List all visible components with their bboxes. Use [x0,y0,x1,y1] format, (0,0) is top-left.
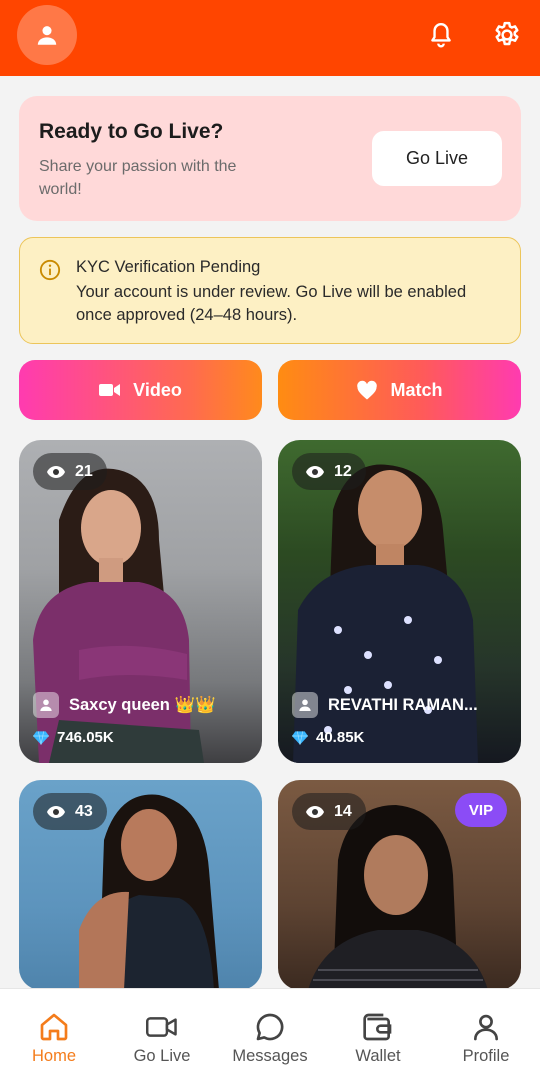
tab-messages[interactable]: Messages [216,989,324,1076]
diamond-count: 746.05K [57,729,114,746]
streamer-avatar [33,692,59,718]
tab-home-label: Home [31,1047,76,1065]
tab-wallet-label: Wallet [355,1047,401,1065]
diamond-count: 40.85K [316,729,365,746]
vip-badge: VIP [455,793,507,827]
streamer-avatar [292,692,318,718]
diamond-count-row: 40.85K [292,729,364,746]
video-camera-icon [146,1017,177,1037]
live-stream-card[interactable]: 14 VIP [278,780,521,990]
eye-icon [47,805,65,818]
viewer-count: 43 [75,802,93,820]
tab-profile[interactable]: Profile [432,989,540,1076]
video-camera-icon [99,384,121,396]
live-stream-card[interactable]: 12 REVATHI RAMAN... 40.85K [278,440,521,763]
notifications-button[interactable] [424,18,458,52]
tab-profile-label: Profile [462,1047,510,1065]
go-live-title: Ready to Go Live? [39,120,224,143]
user-avatar-button[interactable] [17,5,77,65]
viewer-count: 12 [334,462,352,480]
kyc-pending-banner: KYC Verification Pending Your account is… [19,237,521,344]
kyc-message: Your account is under review. Go Live wi… [76,283,467,324]
person-icon [474,1014,498,1041]
person-icon [40,699,52,711]
video-button[interactable]: Video [19,360,262,420]
eye-icon [47,465,65,478]
live-stream-card[interactable]: 21 Saxcy queen 👑👑 746.05K [19,440,262,763]
go-live-button[interactable]: Go Live [372,131,502,186]
bottom-navigation: Home Go Live Messages Wallet Profile [0,988,540,1076]
eye-icon [306,805,324,818]
person-icon [299,699,311,711]
streamer-name-row: Saxcy queen 👑👑 [33,692,216,718]
go-live-card: Ready to Go Live? Share your passion wit… [19,96,521,221]
bell-icon [431,23,451,48]
viewer-count-badge: 21 [33,453,107,490]
streamer-name: REVATHI RAMAN... [328,695,478,714]
tab-go-live-label: Go Live [133,1047,191,1065]
kyc-title: KYC Verification Pending [76,258,261,276]
viewer-count: 14 [334,802,352,820]
viewer-count-badge: 14 [292,793,366,830]
live-stream-card[interactable]: 43 [19,780,262,990]
match-button[interactable]: Match [278,360,521,420]
streamer-name: Saxcy queen 👑👑 [69,695,216,714]
tab-go-live[interactable]: Go Live [108,989,216,1076]
diamond-icon [292,730,308,745]
streamer-name-row: REVATHI RAMAN... [292,692,478,718]
viewer-count-badge: 43 [33,793,107,830]
heart-icon [357,380,378,400]
person-icon [37,26,57,45]
diamond-count-row: 746.05K [33,729,114,746]
settings-button[interactable] [490,18,524,52]
tab-home[interactable]: Home [0,989,108,1076]
chat-bubble-icon [256,1013,284,1041]
tab-wallet[interactable]: Wallet [324,989,432,1076]
viewer-count: 21 [75,462,93,480]
info-icon [39,259,61,281]
go-live-subtitle: Share your passion with the world! [39,158,237,198]
video-button-label: Video [133,379,182,400]
match-button-label: Match [390,379,443,400]
tab-messages-label: Messages [232,1047,308,1065]
eye-icon [306,465,324,478]
gear-icon [495,21,519,46]
wallet-icon [363,1013,392,1041]
diamond-icon [33,730,49,745]
home-icon [40,1013,68,1041]
viewer-count-badge: 12 [292,453,366,490]
top-app-bar [0,0,540,76]
